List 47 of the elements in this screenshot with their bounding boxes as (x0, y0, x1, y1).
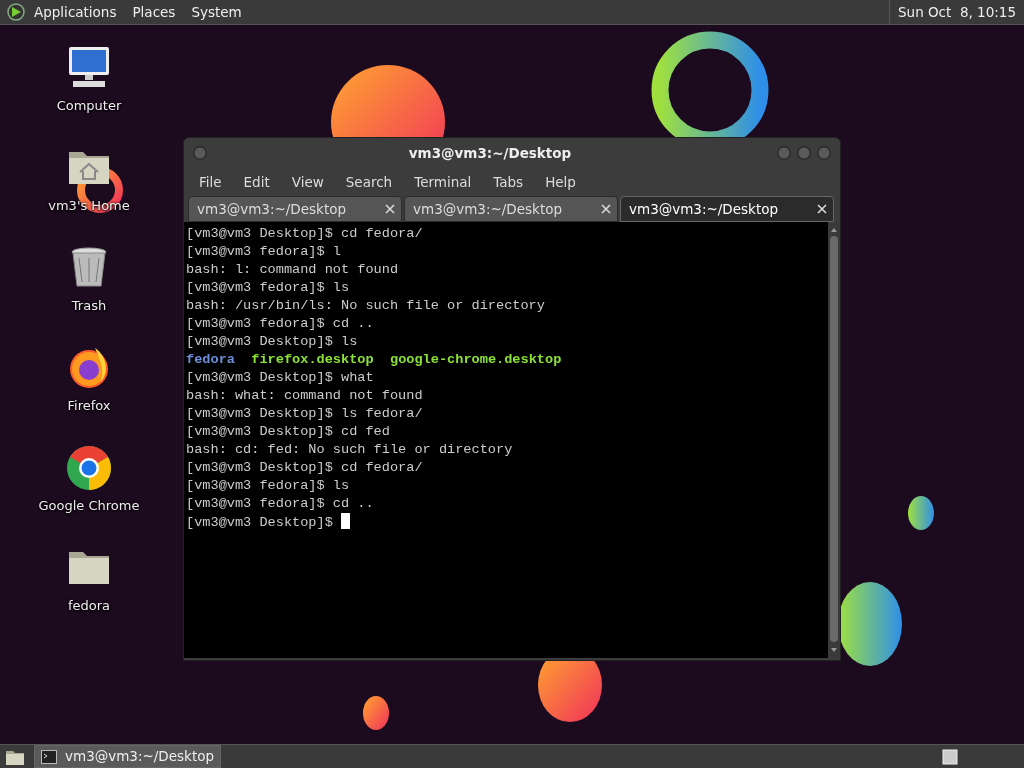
icon-label[interactable]: Firefox (67, 396, 111, 416)
terminal-line: bash: cd: fed: No such file or directory (186, 442, 513, 457)
workspace-icon[interactable] (942, 748, 958, 765)
terminal-line: [vm3@vm3 fedora]$ cd .. (186, 496, 374, 511)
file-name: firefox.desktop (251, 352, 374, 367)
terminal-line: [vm3@vm3 Desktop]$ cd fedora/ (186, 460, 423, 475)
terminal-line: bash: what: command not found (186, 388, 423, 403)
panel-menu[interactable]: Places (124, 0, 184, 24)
menu-item[interactable]: File (188, 171, 233, 193)
file-name: google-chrome.desktop (390, 352, 562, 367)
window-title: vm3@vm3:~/Desktop (408, 143, 572, 163)
terminal-line: bash: /usr/bin/ls: No such file or directory (186, 298, 545, 313)
terminal-line: [vm3@vm3 fedora]$ cd .. (186, 316, 374, 331)
panel-menu[interactable]: System (183, 0, 250, 24)
icon-label[interactable]: Computer (56, 96, 122, 116)
file-name: fedora (186, 352, 235, 367)
tab[interactable]: vm3@vm3:~/Desktop (188, 196, 402, 222)
terminal-line: [vm3@vm3 fedora]$ ls (186, 280, 350, 295)
menu-item[interactable]: Edit (232, 171, 281, 193)
terminal-line: [vm3@vm3 Desktop]$ what (186, 370, 374, 385)
terminal-line: [vm3@vm3 Desktop]$ cd fed (186, 424, 390, 439)
icon-label[interactable]: fedora (67, 596, 111, 616)
clock[interactable]: Sun Oct 8, 10:15 (889, 0, 1024, 24)
terminal-line: [vm3@vm3 fedora]$ l (186, 244, 341, 259)
menu-item[interactable]: Terminal (403, 171, 483, 193)
close-icon[interactable] (601, 204, 611, 214)
menu-item[interactable]: Help (534, 171, 587, 193)
menu-item[interactable]: View (280, 171, 335, 193)
terminal-line: [vm3@vm3 fedora]$ ls (186, 478, 350, 493)
close-icon[interactable] (385, 204, 395, 214)
taskbar-button[interactable]: vm3@vm3:~/Desktop (34, 745, 222, 768)
terminal-line: [vm3@vm3 Desktop]$ ls fedora/ (186, 406, 423, 421)
logo-icon[interactable] (6, 2, 26, 22)
terminal-icon (41, 749, 57, 764)
tab[interactable]: vm3@vm3:~/Desktop (404, 196, 618, 222)
panel-menu[interactable]: Applications (26, 0, 125, 24)
menu-item[interactable]: Tabs (482, 171, 535, 193)
terminal-line: [vm3@vm3 Desktop]$ ls (186, 334, 358, 349)
browser-icon[interactable] (65, 444, 113, 492)
close-icon[interactable] (817, 204, 827, 214)
tab[interactable]: vm3@vm3:~/Desktop (620, 196, 834, 222)
icon-label[interactable]: Google Chrome (38, 496, 140, 516)
terminal-line: bash: l: command not found (186, 262, 399, 277)
menu-item[interactable]: Search (334, 171, 404, 193)
icon-label[interactable]: Trash (71, 296, 107, 316)
terminal-line: [vm3@vm3 Desktop]$ cd fedora/ (186, 226, 423, 241)
terminal-line: [vm3@vm3 Desktop]$ (186, 515, 334, 530)
